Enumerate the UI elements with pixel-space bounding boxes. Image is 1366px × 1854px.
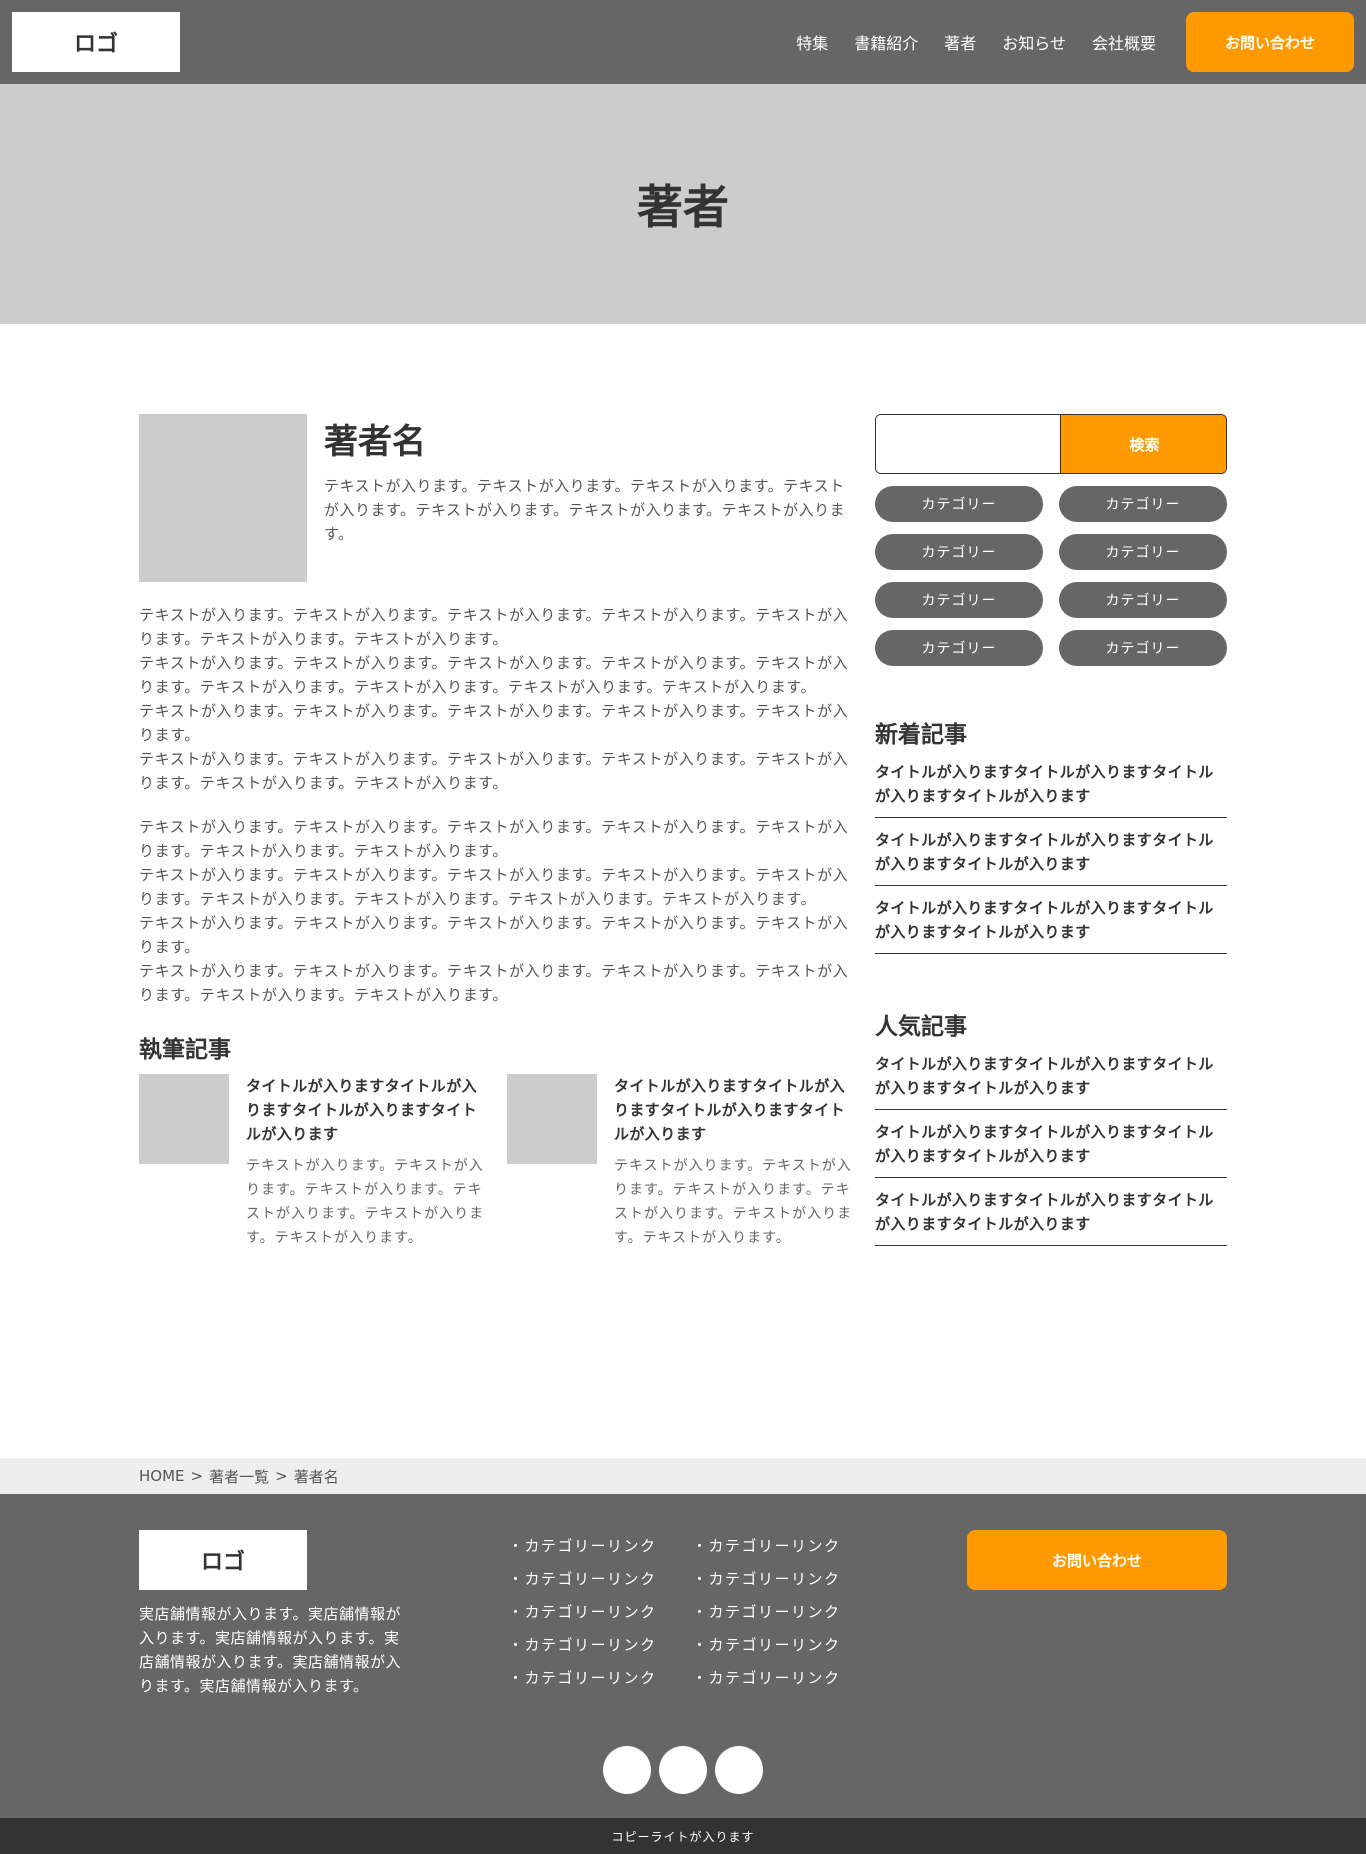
page-title: 著者 [637,180,729,234]
footer-logo[interactable]: ロゴ [139,1530,307,1590]
footer-category-link[interactable]: ・カテゴリーリンク [508,1596,688,1629]
nav-item-authors[interactable]: 著者 [944,30,976,54]
nav-item-company[interactable]: 会社概要 [1092,30,1156,54]
store-info: 実店舗情報が入ります。実店舗情報が入ります。実店舗情報が入ります。実店舗情報が入… [139,1605,402,1695]
article-excerpt: テキストが入ります。テキストが入ります。テキストが入ります。テキストが入ります。… [246,1158,485,1246]
nav-item-news[interactable]: お知らせ [1002,30,1066,54]
footer-category-link[interactable]: ・カテゴリーリンク [692,1530,872,1563]
category-tag[interactable]: カテゴリー [1059,630,1227,666]
global-nav: 特集 書籍紹介 著者 お知らせ 会社概要 [796,0,1156,84]
new-articles-title: 新着記事 [875,722,967,748]
breadcrumb-author-list[interactable]: 著者一覧 [209,1466,269,1487]
article-title[interactable]: タイトルが入りますタイトルが入りますタイトルが入りますタイトルが入ります [614,1074,857,1146]
category-tag[interactable]: カテゴリー [1059,534,1227,570]
footer-category-link[interactable]: ・カテゴリーリンク [692,1596,872,1629]
author-name: 著者名 [324,422,426,462]
nav-item-books[interactable]: 書籍紹介 [854,30,918,54]
popular-articles-list: タイトルが入りますタイトルが入りますタイトルが入りますタイトルが入ります タイト… [875,1052,1227,1246]
popular-article-link[interactable]: タイトルが入りますタイトルが入りますタイトルが入りますタイトルが入ります [875,1052,1227,1110]
new-articles-list: タイトルが入りますタイトルが入りますタイトルが入りますタイトルが入ります タイト… [875,760,1227,954]
author-bio-paragraph: テキストが入ります。テキストが入ります。テキストが入ります。テキストが入ります。… [139,818,849,1004]
article-title[interactable]: タイトルが入りますタイトルが入りますタイトルが入りますタイトルが入ります [246,1074,489,1146]
breadcrumb-current: 著者名 [293,1467,339,1486]
footer-category-link[interactable]: ・カテゴリーリンク [692,1563,872,1596]
breadcrumb-home[interactable]: HOME [139,1467,185,1485]
breadcrumb-separator: > [275,1467,288,1485]
footer-links-col1: ・カテゴリーリンク ・カテゴリーリンク ・カテゴリーリンク ・カテゴリーリンク … [508,1530,688,1695]
author-bio-paragraph: テキストが入ります。テキストが入ります。テキストが入ります。テキストが入ります。… [139,606,849,792]
writing-section-title: 執筆記事 [139,1037,231,1063]
footer-category-link[interactable]: ・カテゴリーリンク [692,1629,872,1662]
category-tag[interactable]: カテゴリー [875,486,1043,522]
new-article-link[interactable]: タイトルが入りますタイトルが入りますタイトルが入りますタイトルが入ります [875,818,1227,886]
header-contact-button[interactable]: お問い合わせ [1186,12,1354,72]
popular-articles-title: 人気記事 [875,1014,967,1040]
author-photo [139,414,307,582]
category-tag[interactable]: カテゴリー [1059,486,1227,522]
social-icon[interactable] [603,1746,651,1794]
breadcrumb: HOME > 著者一覧 > 著者名 [139,1458,339,1494]
site-footer: ロゴ 実店舗情報が入ります。実店舗情報が入ります。実店舗情報が入ります。実店舗情… [0,1494,1366,1818]
author-lead-text: テキストが入ります。テキストが入ります。テキストが入ります。テキストが入ります。… [324,477,846,543]
copyright: コピーライトが入ります [0,1818,1366,1854]
site-header: ロゴ 特集 書籍紹介 著者 お知らせ 会社概要 お問い合わせ [0,0,1366,84]
breadcrumb-bar: HOME > 著者一覧 > 著者名 [0,1458,1366,1494]
footer-category-link[interactable]: ・カテゴリーリンク [692,1662,872,1695]
social-icon[interactable] [659,1746,707,1794]
search-form: 検索 [875,414,1227,474]
article-thumbnail[interactable] [139,1074,229,1164]
footer-category-link[interactable]: ・カテゴリーリンク [508,1530,688,1563]
new-article-link[interactable]: タイトルが入りますタイトルが入りますタイトルが入りますタイトルが入ります [875,760,1227,818]
header-logo[interactable]: ロゴ [12,12,180,72]
search-input[interactable] [876,415,1060,473]
category-list: カテゴリー カテゴリー カテゴリー カテゴリー カテゴリー カテゴリー カテゴリ… [875,486,1227,666]
popular-article-link[interactable]: タイトルが入りますタイトルが入りますタイトルが入りますタイトルが入ります [875,1178,1227,1246]
new-article-link[interactable]: タイトルが入りますタイトルが入りますタイトルが入りますタイトルが入ります [875,886,1227,954]
footer-category-link[interactable]: ・カテゴリーリンク [508,1629,688,1662]
article-excerpt: テキストが入ります。テキストが入ります。テキストが入ります。テキストが入ります。… [614,1158,853,1246]
footer-category-link[interactable]: ・カテゴリーリンク [508,1563,688,1596]
article-thumbnail[interactable] [507,1074,597,1164]
nav-item-feature[interactable]: 特集 [796,30,828,54]
page-hero: 著者 [0,84,1366,324]
breadcrumb-separator: > [190,1467,204,1485]
footer-category-link[interactable]: ・カテゴリーリンク [508,1662,688,1695]
category-tag[interactable]: カテゴリー [875,630,1043,666]
footer-links-col2: ・カテゴリーリンク ・カテゴリーリンク ・カテゴリーリンク ・カテゴリーリンク … [692,1530,872,1695]
search-button[interactable]: 検索 [1060,415,1226,473]
social-links [603,1746,763,1794]
category-tag[interactable]: カテゴリー [875,534,1043,570]
category-tag[interactable]: カテゴリー [875,582,1043,618]
social-icon[interactable] [715,1746,763,1794]
category-tag[interactable]: カテゴリー [1059,582,1227,618]
popular-article-link[interactable]: タイトルが入りますタイトルが入りますタイトルが入りますタイトルが入ります [875,1110,1227,1178]
footer-contact-button[interactable]: お問い合わせ [967,1530,1227,1590]
